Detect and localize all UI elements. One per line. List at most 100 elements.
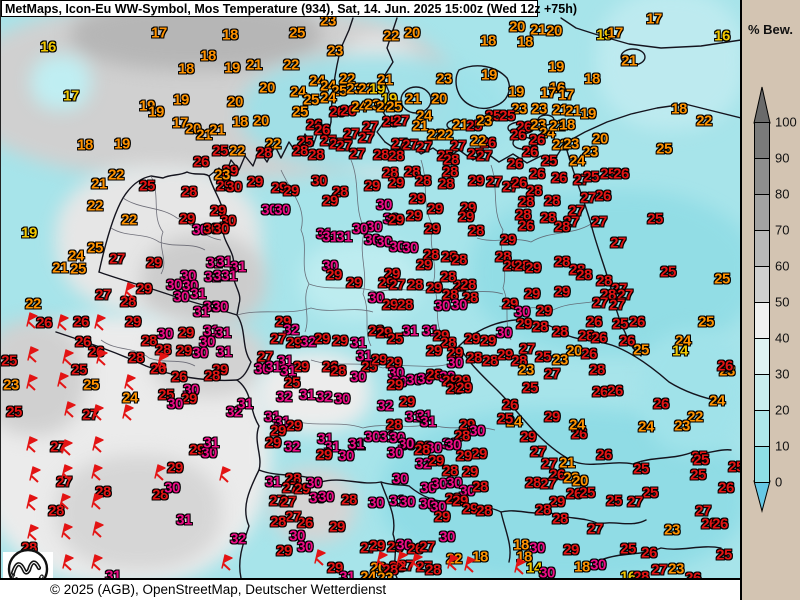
temperature-value: 22 bbox=[25, 296, 41, 313]
weather-map-app: 1617181818191719191920172021211818192522… bbox=[0, 0, 800, 600]
temperature-value: 27 bbox=[358, 130, 374, 147]
temperature-value: 28 bbox=[633, 569, 649, 579]
temperature-value: 29 bbox=[125, 314, 141, 331]
temperature-value: 21 bbox=[412, 118, 428, 135]
temperature-value: 23 bbox=[668, 561, 684, 578]
temperature-value: 21 bbox=[52, 260, 68, 277]
temperature-value: 29 bbox=[536, 303, 552, 320]
temperature-value: 28 bbox=[373, 147, 389, 164]
ww-weather-symbol bbox=[27, 346, 41, 364]
ww-weather-symbol bbox=[157, 352, 171, 370]
temperature-value: 25 bbox=[698, 314, 714, 331]
temperature-value: 31 bbox=[216, 344, 232, 361]
temperature-value: 25 bbox=[497, 411, 513, 428]
temperature-value: 29 bbox=[314, 331, 330, 348]
temperature-value: 22 bbox=[121, 212, 137, 229]
scale-tick-label: 80 bbox=[775, 187, 789, 202]
temperature-value: 27 bbox=[609, 297, 625, 314]
temperature-value: 19 bbox=[224, 60, 240, 77]
temperature-value: 29 bbox=[286, 418, 302, 435]
temperature-value: 24 bbox=[709, 393, 725, 410]
temperature-value: 29 bbox=[364, 178, 380, 195]
temperature-value: 28 bbox=[415, 173, 431, 190]
scale-tick-label: 60 bbox=[775, 259, 789, 274]
metmaps-logo: METMAPS bbox=[3, 540, 55, 578]
temperature-value: 29 bbox=[427, 201, 443, 218]
scale-arrows bbox=[742, 0, 800, 600]
temperature-value: 18 bbox=[222, 27, 238, 44]
temperature-value: 23 bbox=[531, 101, 547, 118]
temperature-value: 29 bbox=[471, 446, 487, 463]
temperature-value: 31 bbox=[221, 268, 237, 285]
ww-weather-symbol bbox=[96, 349, 110, 367]
ww-weather-symbol bbox=[514, 558, 528, 576]
temperature-value: 21 bbox=[621, 53, 637, 70]
temperature-value: 26 bbox=[596, 447, 612, 464]
scale-segment bbox=[754, 194, 770, 231]
temperature-value: 26 bbox=[717, 358, 733, 375]
temperature-value: 28 bbox=[535, 502, 551, 519]
temperature-value: 28 bbox=[204, 368, 220, 385]
temperature-value: 20 bbox=[546, 23, 562, 40]
temperature-value: 30 bbox=[539, 565, 555, 579]
temperature-value: 29 bbox=[167, 460, 183, 477]
temperature-value: 29 bbox=[371, 352, 387, 369]
temperature-value: 18 bbox=[584, 71, 600, 88]
scale-tick-label: 90 bbox=[775, 151, 789, 166]
temperature-value: 25 bbox=[522, 380, 538, 397]
temperature-value: 29 bbox=[136, 281, 152, 298]
temperature-value: 28 bbox=[554, 219, 570, 236]
temperature-value: 28 bbox=[292, 143, 308, 160]
temperature-value: 29 bbox=[525, 260, 541, 277]
temperature-value: 18 bbox=[671, 101, 687, 118]
temperature-value: 25 bbox=[633, 461, 649, 478]
temperature-value: 22 bbox=[383, 28, 399, 45]
temperature-value: 30 bbox=[590, 557, 606, 574]
temperature-value: 30 bbox=[173, 289, 189, 306]
temperature-value: 19 bbox=[148, 104, 164, 121]
temperature-value: 21 bbox=[405, 91, 421, 108]
ww-weather-symbol bbox=[92, 404, 106, 422]
temperature-value: 25 bbox=[212, 143, 228, 160]
temperature-value: 25 bbox=[387, 331, 403, 348]
temperature-value: 32 bbox=[377, 398, 393, 415]
temperature-value: 31 bbox=[420, 414, 436, 431]
temperature-value: 31 bbox=[215, 325, 231, 342]
ww-weather-symbol bbox=[411, 553, 425, 571]
ww-weather-symbol bbox=[122, 404, 136, 422]
temperature-value: 29 bbox=[399, 394, 415, 411]
temperature-value: 23 bbox=[476, 113, 492, 130]
ww-weather-symbol bbox=[91, 554, 105, 572]
ww-weather-symbol bbox=[26, 312, 40, 330]
ww-weather-symbol bbox=[396, 551, 410, 569]
temperature-value: 27 bbox=[109, 251, 125, 268]
temperature-value: 27 bbox=[627, 494, 643, 511]
temperature-value: 28 bbox=[128, 350, 144, 367]
footer-bar: © 2025 (AGB), OpenStreetMap, Deutscher W… bbox=[0, 578, 740, 600]
temperature-value: 18 bbox=[232, 114, 248, 131]
temperature-value: 27 bbox=[486, 174, 502, 191]
temperature-value: 21 bbox=[246, 57, 262, 74]
map-title: MetMaps, Icon-Eu WW-Symbol, Mos Temperat… bbox=[2, 2, 577, 16]
ww-weather-symbol bbox=[221, 554, 235, 572]
ww-weather-symbol bbox=[154, 464, 168, 482]
temperature-value: 30 bbox=[451, 297, 467, 314]
temperature-value: 27 bbox=[592, 295, 608, 312]
temperature-value: 26 bbox=[629, 314, 645, 331]
temperature-value: 29 bbox=[468, 173, 484, 190]
temperature-value: 23 bbox=[518, 362, 534, 379]
temperature-value: 25 bbox=[620, 541, 636, 558]
temperature-value: 25 bbox=[139, 178, 155, 195]
temperature-value: 18 bbox=[513, 537, 529, 554]
temperature-value: 28 bbox=[482, 353, 498, 370]
temperature-value: 29 bbox=[456, 380, 472, 397]
cloud-cover-scale-panel: % Bew. 1009080706050403020100 bbox=[740, 0, 800, 600]
temperature-value: 21 bbox=[209, 122, 225, 139]
temperature-value: 31 bbox=[299, 387, 315, 404]
temperature-value: 27 bbox=[95, 287, 111, 304]
scale-tick-label: 0 bbox=[775, 475, 782, 490]
temperature-value: 30 bbox=[402, 240, 418, 257]
temperature-value: 23 bbox=[563, 136, 579, 153]
temperature-value: 20 bbox=[227, 94, 243, 111]
temperature-value: 29 bbox=[434, 509, 450, 526]
